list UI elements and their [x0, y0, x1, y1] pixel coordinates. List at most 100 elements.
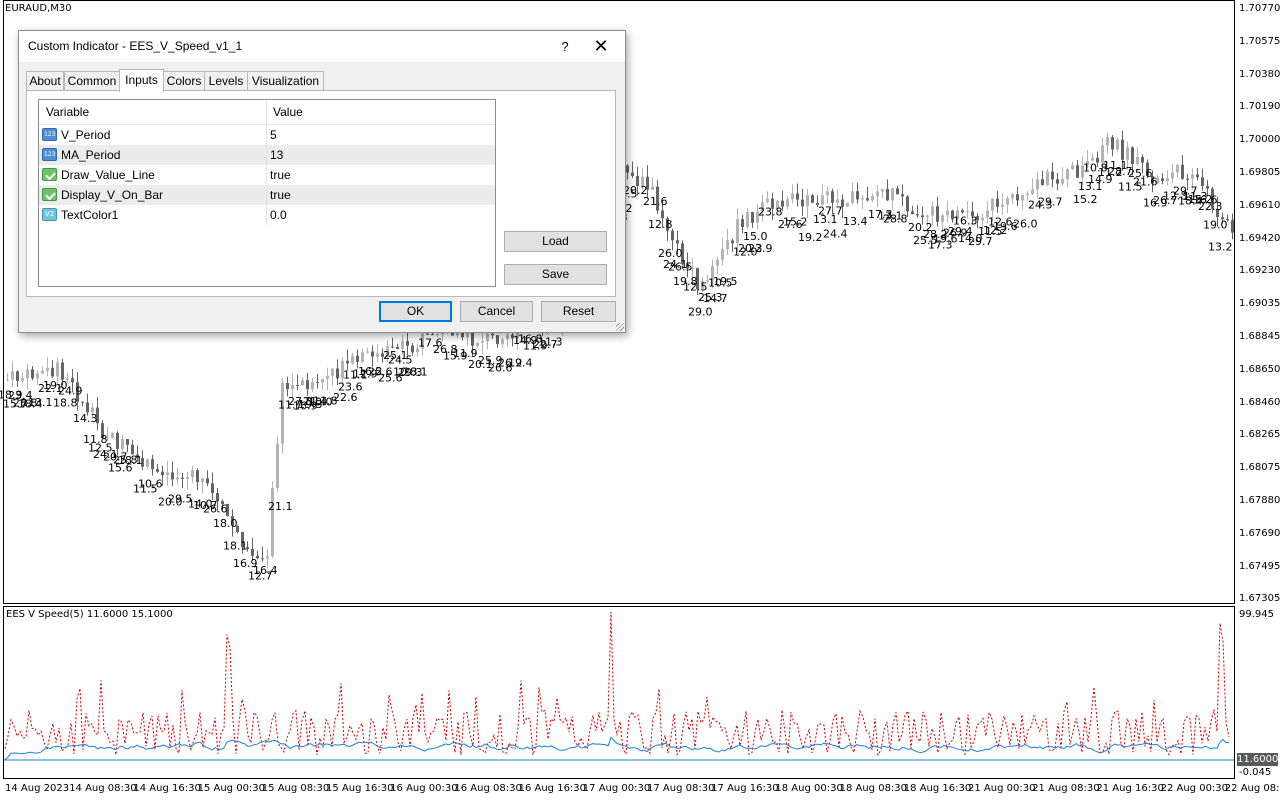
- candle-body: [676, 240, 679, 244]
- candle-body: [836, 199, 839, 203]
- candle-body: [1201, 177, 1204, 186]
- bar-speed-label: 28.1: [403, 366, 428, 379]
- tab-visualization[interactable]: Visualization: [247, 71, 324, 90]
- dialog-titlebar[interactable]: Custom Indicator - EES_V_Speed_v1_1 ? ✕: [19, 31, 625, 62]
- candle-body: [391, 346, 394, 348]
- inputs-panel: Variable Value V_Period 5 MA_Period 13 D…: [26, 90, 616, 297]
- candle-body: [1181, 164, 1184, 179]
- input-row-textcolor1[interactable]: TextColor1 0.0: [39, 205, 495, 225]
- candle-body: [46, 367, 49, 371]
- ok-button[interactable]: OK: [379, 301, 452, 322]
- tab-colors[interactable]: Colors: [163, 71, 205, 90]
- bar-speed-label: 18.1: [118, 454, 143, 467]
- candle-body: [436, 334, 439, 336]
- candle-body: [716, 259, 719, 267]
- bar-speed-label: 13.1: [28, 396, 53, 409]
- candle-body: [61, 362, 64, 380]
- time-tick: 17 Aug 08:30: [647, 783, 715, 794]
- candle-body: [176, 477, 179, 480]
- candle-body: [866, 198, 869, 201]
- bar-speed-label: 15.2: [1073, 193, 1098, 206]
- candle-body: [301, 380, 304, 386]
- tab-levels[interactable]: Levels: [204, 71, 248, 90]
- candle-body: [476, 342, 479, 346]
- speed-indicator-lines: [4, 611, 1230, 761]
- candle-body: [11, 371, 14, 380]
- cell-divider: [266, 205, 267, 225]
- candle-body: [196, 470, 199, 483]
- indicator-label: EES V Speed(5) 11.6000 15.1000: [6, 609, 173, 620]
- column-divider[interactable]: [266, 100, 267, 124]
- price-tick: 1.70190: [1239, 101, 1280, 113]
- cell-divider: [266, 125, 267, 145]
- candle-body: [1116, 139, 1119, 150]
- bar-speed-label: 16.4: [253, 564, 278, 577]
- reset-button[interactable]: Reset: [541, 301, 616, 322]
- candle-body: [736, 219, 739, 244]
- candle-body: [1186, 178, 1189, 180]
- save-button[interactable]: Save: [504, 264, 607, 285]
- sub-axis-min: -0.045: [1239, 767, 1272, 778]
- time-tick: 21 Aug 08:30: [1032, 783, 1100, 794]
- tab-common[interactable]: Common: [64, 71, 120, 90]
- input-value[interactable]: true: [270, 165, 291, 185]
- input-value[interactable]: 13: [270, 145, 283, 165]
- column-header-value[interactable]: Value: [273, 100, 303, 124]
- column-header-variable[interactable]: Variable: [46, 100, 89, 124]
- candle-body: [296, 385, 299, 387]
- candle-body: [146, 459, 149, 467]
- candle-body: [481, 341, 484, 343]
- candle-body: [806, 195, 809, 207]
- input-value[interactable]: 5: [270, 125, 277, 145]
- candle-body: [921, 215, 924, 218]
- bar-speed-label: 15.2: [783, 216, 808, 229]
- candle-body: [1111, 137, 1114, 150]
- candle-body: [71, 378, 74, 383]
- input-row-draw-value-line[interactable]: Draw_Value_Line true: [39, 165, 495, 185]
- input-row-display-v-on-bar[interactable]: Display_V_On_Bar true: [39, 185, 495, 205]
- candle-body: [266, 556, 269, 559]
- candle-body: [911, 211, 914, 215]
- bar-speed-label: 29.0: [688, 305, 713, 318]
- bar-speed-label: 19.0: [1203, 219, 1228, 232]
- candle-body: [791, 193, 794, 200]
- candle-body: [726, 240, 729, 250]
- candle-body: [931, 206, 934, 216]
- symbol-label: EURAUD,M30: [5, 3, 72, 14]
- candle-body: [961, 210, 964, 213]
- bar-speed-label: 18.0: [213, 517, 238, 530]
- inputs-grid[interactable]: Variable Value V_Period 5 MA_Period 13 D…: [38, 99, 496, 287]
- candle-body: [111, 432, 114, 438]
- candle-body: [1121, 139, 1124, 160]
- candle-body: [181, 477, 184, 479]
- candle-body: [1031, 189, 1034, 194]
- input-row-ma-period[interactable]: MA_Period 13: [39, 145, 495, 165]
- close-button[interactable]: ✕: [583, 31, 619, 62]
- input-value[interactable]: true: [270, 185, 291, 205]
- candle-body: [846, 203, 849, 207]
- candle-body: [941, 215, 944, 222]
- tab-about[interactable]: About: [26, 71, 64, 90]
- bar-speed-label: 12.8: [648, 218, 673, 231]
- load-button[interactable]: Load: [504, 231, 607, 252]
- time-tick: 21 Aug 16:30: [1096, 783, 1164, 794]
- candle-body: [1231, 219, 1234, 233]
- price-tick: 1.68460: [1239, 396, 1280, 408]
- input-row-v-period[interactable]: V_Period 5: [39, 125, 495, 145]
- price-tick: 1.70380: [1239, 68, 1280, 80]
- cell-divider: [266, 185, 267, 205]
- candle-body: [1076, 165, 1079, 178]
- candle-body: [1176, 164, 1179, 173]
- input-value[interactable]: 0.0: [270, 205, 287, 225]
- time-tick: 17 Aug 16:30: [711, 783, 779, 794]
- help-button[interactable]: ?: [550, 31, 580, 62]
- candle-body: [291, 385, 294, 389]
- price-tick: 1.69420: [1239, 232, 1280, 244]
- candle-body: [1016, 194, 1019, 201]
- resize-grip[interactable]: [616, 323, 624, 331]
- bar-speed-label: 24.9: [58, 385, 83, 398]
- bar-speed-label: 13.2: [1208, 241, 1233, 254]
- tab-inputs[interactable]: Inputs: [119, 69, 164, 92]
- candle-body: [871, 196, 874, 201]
- cancel-button[interactable]: Cancel: [460, 301, 533, 322]
